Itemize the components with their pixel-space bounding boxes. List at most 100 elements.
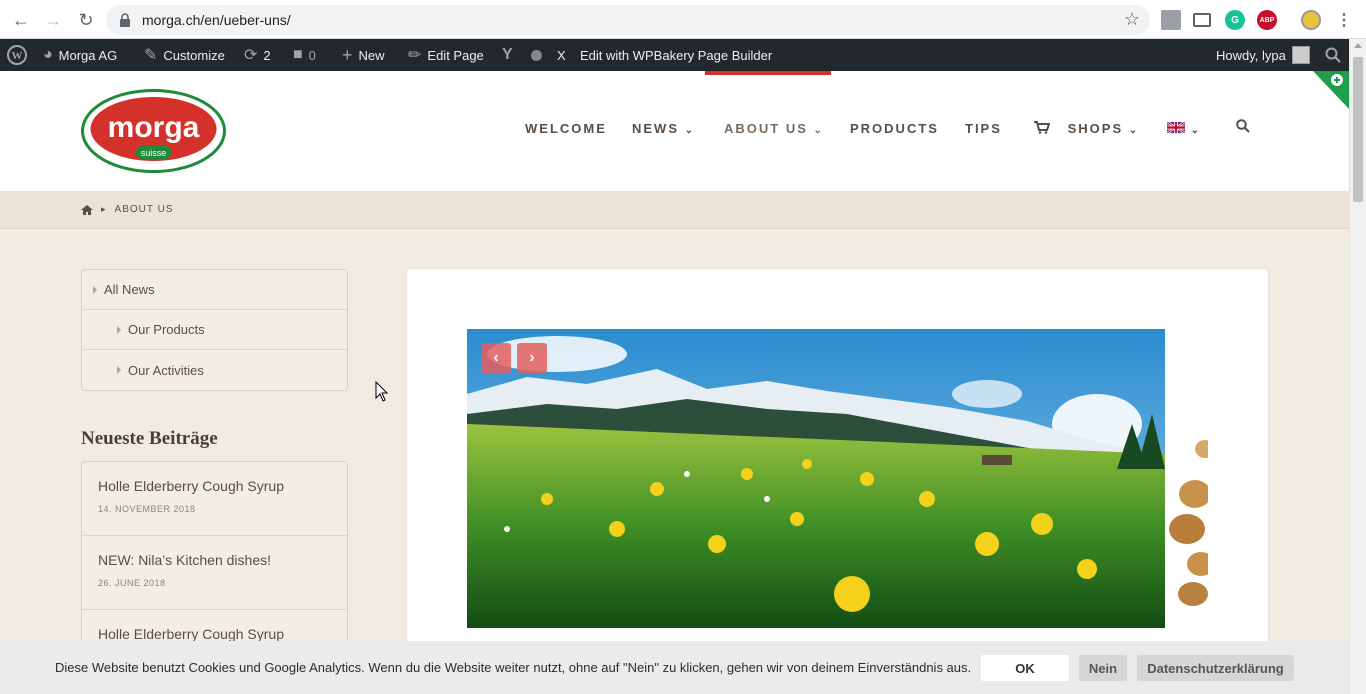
nav-about-label: ABOUT US [724, 121, 808, 136]
avatar [1291, 46, 1310, 64]
x-label: X [557, 47, 566, 63]
url-text: morga.ch/en/ueber-uns/ [142, 12, 291, 28]
chevron-down-icon: ⌄ [1128, 125, 1140, 136]
sidebar-item-our-activities[interactable]: Our Activities [82, 350, 347, 390]
language-switcher[interactable]: ⌄ [1166, 120, 1202, 136]
list-item[interactable]: NEW: Nila’s Kitchen dishes! 26. JUNE 201… [82, 536, 347, 610]
wp-admin-bar: W ◕ Morga AG ✎ Customize ⟳ 2 ■ 0 + New ✏… [0, 39, 1349, 71]
slider-next-button[interactable]: › [517, 343, 547, 373]
updates-link[interactable]: ⟳ 2 [244, 39, 271, 71]
chrome-menu-icon[interactable]: ⋮ [1334, 10, 1354, 30]
breadcrumb-separator-icon: ▸ [101, 204, 107, 214]
yoast-seo-icon[interactable]: Y [502, 39, 513, 71]
site-search-icon[interactable] [1236, 119, 1250, 136]
bookmark-star-icon[interactable]: ☆ [1124, 9, 1140, 30]
adblock-extension-icon[interactable]: ABP [1257, 10, 1277, 30]
edit-page-link[interactable]: ✏ Edit Page [408, 39, 484, 71]
account-menu[interactable]: Howdy, lypa [1216, 39, 1310, 71]
wordpress-logo-icon[interactable]: W [7, 39, 27, 71]
profile-avatar-icon[interactable] [1301, 10, 1321, 30]
alpine-meadow-image [467, 329, 1165, 628]
status-dot [531, 49, 542, 61]
uk-flag-icon [1166, 120, 1186, 135]
lock-icon [120, 13, 130, 27]
cart-icon [1034, 121, 1051, 134]
post-date: 14. NOVEMBER 2018 [98, 504, 196, 514]
image-slider[interactable] [467, 329, 1165, 628]
nav-products-label: PRODUCTS [850, 121, 939, 136]
address-bar[interactable]: morga.ch/en/ueber-uns/ ☆ [106, 5, 1150, 35]
cookie-no-button[interactable]: Nein [1079, 655, 1127, 681]
scroll-thumb[interactable] [1353, 57, 1363, 202]
sidebar-item-label: Our Products [128, 322, 205, 337]
nav-news[interactable]: NEWS ⌄ [632, 121, 695, 136]
dashboard-icon: ◕ [43, 46, 53, 63]
nav-about-us[interactable]: ABOUT US ⌄ [724, 121, 824, 136]
new-content-link[interactable]: + New [342, 39, 385, 71]
nav-tips[interactable]: TIPS [965, 121, 1002, 136]
comments-link[interactable]: ■ 0 [293, 39, 316, 71]
site-name-label: Morga AG [58, 47, 118, 63]
grammarly-extension-icon[interactable]: G [1225, 10, 1245, 30]
nav-active-indicator [705, 71, 831, 75]
post-date: 26. JUNE 2018 [98, 578, 166, 588]
back-icon[interactable]: ← [9, 8, 33, 32]
scroll-up-icon[interactable] [1354, 43, 1362, 48]
plus-icon: + [342, 44, 353, 65]
admin-search-icon[interactable] [1325, 39, 1341, 71]
list-item[interactable]: Holle Elderberry Cough Syrup 14. NOVEMBE… [82, 462, 347, 536]
nav-products[interactable]: PRODUCTS [850, 121, 939, 136]
nav-news-label: NEWS [632, 121, 679, 136]
chevron-down-icon: ⌄ [684, 125, 696, 136]
x-menu-link[interactable]: X [557, 39, 566, 71]
reload-icon[interactable]: ↻ [74, 8, 98, 32]
home-icon[interactable] [81, 204, 93, 215]
customize-link[interactable]: ✎ Customize [144, 39, 225, 71]
corner-add-icon[interactable] [1313, 71, 1349, 109]
breadcrumb-current: ABOUT US [114, 204, 174, 215]
comment-icon: ■ [293, 46, 303, 63]
slider-prev-button[interactable]: ‹ [481, 343, 511, 373]
wpbakery-label: Edit with WPBakery Page Builder [580, 47, 773, 63]
seo-status-dot-icon [531, 39, 542, 71]
sidebar-item-our-products[interactable]: Our Products [82, 310, 347, 350]
brush-icon: ✎ [144, 47, 158, 64]
comments-count: 0 [308, 47, 316, 63]
logo-word: morga [108, 111, 200, 144]
updates-icon: ⟳ [244, 47, 258, 64]
nav-tips-label: TIPS [965, 121, 1002, 136]
post-title[interactable]: Holle Elderberry Cough Syrup [98, 478, 284, 494]
page-scrollbar[interactable] [1349, 39, 1366, 694]
drive-extension-icon[interactable] [1161, 10, 1181, 30]
privacy-policy-button[interactable]: Datenschutzerklärung [1137, 655, 1294, 681]
morga-logo[interactable]: morga suisse [81, 89, 226, 173]
wpbakery-link[interactable]: Edit with WPBakery Page Builder [580, 39, 772, 71]
pencil-icon: ✏ [408, 47, 422, 64]
customize-label: Customize [163, 47, 225, 63]
sidebar-item-all-news[interactable]: All News [82, 270, 347, 310]
reader-extension-icon[interactable] [1193, 13, 1211, 27]
browser-toolbar: ← → ↻ morga.ch/en/ueber-uns/ ☆ G ABP ⋮ [0, 0, 1366, 39]
caret-right-icon [93, 285, 97, 294]
howdy-label: Howdy, lypa [1216, 47, 1286, 63]
nav-welcome-label: WELCOME [525, 121, 607, 136]
forward-icon[interactable]: → [41, 8, 65, 32]
updates-count: 2 [263, 47, 271, 63]
post-title[interactable]: Holle Elderberry Cough Syrup [98, 626, 284, 642]
breadcrumb: ▸ ABOUT US [0, 191, 1349, 229]
nav-shops[interactable]: SHOPS ⌄ [1034, 121, 1139, 136]
yoast-glyph: Y [502, 46, 513, 63]
site-name-link[interactable]: ◕ Morga AG [43, 39, 117, 71]
caret-right-icon [117, 366, 121, 374]
recent-posts-heading: Neueste Beiträge [81, 428, 218, 449]
edit-page-label: Edit Page [427, 47, 484, 63]
nav-shops-label: SHOPS [1067, 121, 1124, 136]
chevron-down-icon: ⌄ [1190, 125, 1202, 136]
post-title[interactable]: NEW: Nila’s Kitchen dishes! [98, 552, 271, 568]
nav-welcome[interactable]: WELCOME [525, 121, 607, 136]
svg-text:W: W [12, 50, 23, 62]
cookie-consent-bar: Diese Website benutzt Cookies und Google… [0, 641, 1349, 694]
cookie-ok-button[interactable]: OK [981, 655, 1069, 681]
sidebar-item-label: Our Activities [128, 362, 204, 378]
caret-right-icon [117, 325, 121, 334]
